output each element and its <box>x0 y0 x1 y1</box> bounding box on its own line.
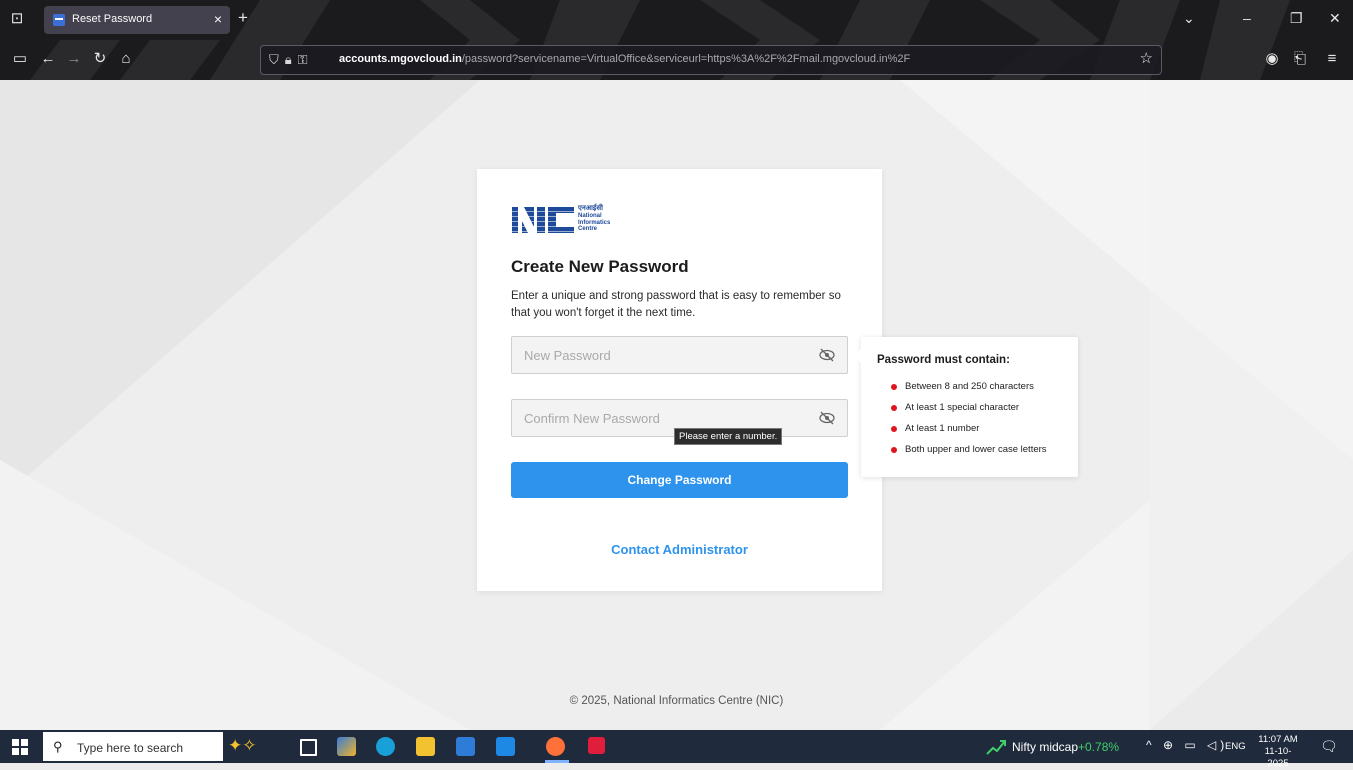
stock-widget-change[interactable]: +0.78% <box>1078 740 1119 754</box>
tab-close-icon[interactable]: × <box>214 11 222 27</box>
rule-item: Between 8 and 250 characters <box>891 380 1047 401</box>
rule-item: Both upper and lower case letters <box>891 443 1047 464</box>
home-icon[interactable]: ⌂ <box>116 50 136 68</box>
password-card: एनआईसी National Informatics Centre Creat… <box>477 169 882 591</box>
file-explorer-icon[interactable] <box>416 737 435 756</box>
new-password-input[interactable] <box>512 337 802 373</box>
sidebar-icon[interactable]: ▭ <box>10 50 30 68</box>
tab-title: Reset Password <box>72 13 153 25</box>
logo-line3: Centre <box>578 226 598 232</box>
site-favicon-icon <box>53 14 65 26</box>
page-title: Create New Password <box>511 257 689 276</box>
clock-date: 11-10-2025 <box>1264 746 1292 769</box>
chevron-down-icon[interactable]: ⌄ <box>1183 9 1195 27</box>
star-icon[interactable]: ☆ <box>1140 50 1153 68</box>
nic-logo-mark <box>512 207 576 233</box>
rule-item: At least 1 special character <box>891 401 1047 422</box>
rules-title: Password must contain: <box>877 354 1010 366</box>
page-description: Enter a unique and strong password that … <box>511 290 841 319</box>
search-icon: ⚲ <box>53 739 63 754</box>
input-language[interactable]: ENG <box>1225 741 1246 752</box>
url-text[interactable]: accounts.mgovcloud.in/password?servicena… <box>339 53 910 65</box>
new-password-field[interactable] <box>511 336 848 374</box>
mail-icon[interactable] <box>496 737 515 756</box>
eye-slash-icon[interactable] <box>819 411 835 425</box>
change-password-button[interactable]: Change Password <box>511 462 848 498</box>
taskbar-clock[interactable]: 11:07 AM 11-10-2025 <box>1255 734 1301 770</box>
nic-logo: एनआईसी National Informatics Centre <box>512 205 622 237</box>
restore-icon[interactable]: ❐ <box>1290 9 1303 27</box>
windows-taskbar: ⚲ Type here to search ✦✧ Nifty midcap +0… <box>0 730 1353 769</box>
page-content: एनआईसी National Informatics Centre Creat… <box>0 80 1353 730</box>
copilot-sparkle-icon[interactable]: ✦✧ <box>228 734 257 758</box>
menu-icon[interactable]: ≡ <box>1322 50 1342 68</box>
eye-slash-icon[interactable] <box>819 348 835 362</box>
new-tab-button[interactable]: + <box>238 9 248 27</box>
contact-administrator-link[interactable]: Contact Administrator <box>477 542 882 557</box>
footer-copyright: © 2025, National Informatics Centre (NIC… <box>569 695 784 707</box>
clock-time: 11:07 AM <box>1258 734 1298 745</box>
nic-logo-text: एनआईसी National Informatics Centre <box>578 205 610 233</box>
angular-app-icon[interactable] <box>588 737 605 754</box>
password-rules-popover: Password must contain: Between 8 and 250… <box>854 337 1078 477</box>
minimize-icon[interactable]: – <box>1243 9 1251 27</box>
address-bar[interactable]: ⛉🔒︎⚿ accounts.mgovcloud.in/password?serv… <box>260 45 1162 75</box>
edge-browser-icon[interactable] <box>376 737 395 756</box>
colorful-app-icon[interactable] <box>337 737 356 756</box>
task-view-icon[interactable] <box>300 739 317 756</box>
extensions-icon[interactable]: ⎗ <box>1290 50 1310 68</box>
taskbar-search-placeholder: Type here to search <box>77 741 184 755</box>
url-domain: accounts.mgovcloud.in <box>339 53 462 65</box>
close-icon[interactable]: ✕ <box>1329 9 1341 27</box>
tab-reset-password[interactable]: Reset Password × <box>44 6 230 34</box>
taskbar-search-box[interactable]: ⚲ Type here to search <box>43 732 223 761</box>
stock-trend-icon[interactable] <box>986 738 1006 756</box>
forward-icon[interactable]: → <box>64 50 84 68</box>
stock-widget-name[interactable]: Nifty midcap <box>1012 740 1078 754</box>
navigation-toolbar: ▭ ← → ↻ ⌂ ⛉🔒︎⚿ accounts.mgovcloud.in/pas… <box>0 40 1353 80</box>
url-path: /password?servicename=VirtualOffice&serv… <box>461 53 911 65</box>
microsoft-store-icon[interactable] <box>456 737 475 756</box>
tab-strip: ⊡ Reset Password × + ⌄ – ❐ ✕ <box>0 0 1353 40</box>
system-tray-icons[interactable]: ^ ⊕ ▭ ◁) <box>1146 738 1228 752</box>
logo-hindi: एनआईसी <box>578 205 603 212</box>
rule-item: At least 1 number <box>891 422 1047 443</box>
notification-icon[interactable]: 🗨︎ <box>1320 738 1338 754</box>
tab-list-icon[interactable]: ⊡ <box>8 10 26 28</box>
browser-chrome: ⊡ Reset Password × + ⌄ – ❐ ✕ ▭ ← → ↻ ⌂ ⛉… <box>0 0 1353 80</box>
reload-icon[interactable]: ↻ <box>90 50 110 68</box>
firefox-icon[interactable] <box>546 737 565 756</box>
back-icon[interactable]: ← <box>38 50 58 68</box>
site-info-icons[interactable]: ⛉🔒︎⚿ <box>269 51 314 69</box>
validation-tooltip: Please enter a number. <box>674 428 783 445</box>
account-icon[interactable]: ◉ <box>1262 50 1282 68</box>
windows-start-icon[interactable] <box>12 739 28 755</box>
rules-list: Between 8 and 250 characters At least 1 … <box>891 380 1047 464</box>
